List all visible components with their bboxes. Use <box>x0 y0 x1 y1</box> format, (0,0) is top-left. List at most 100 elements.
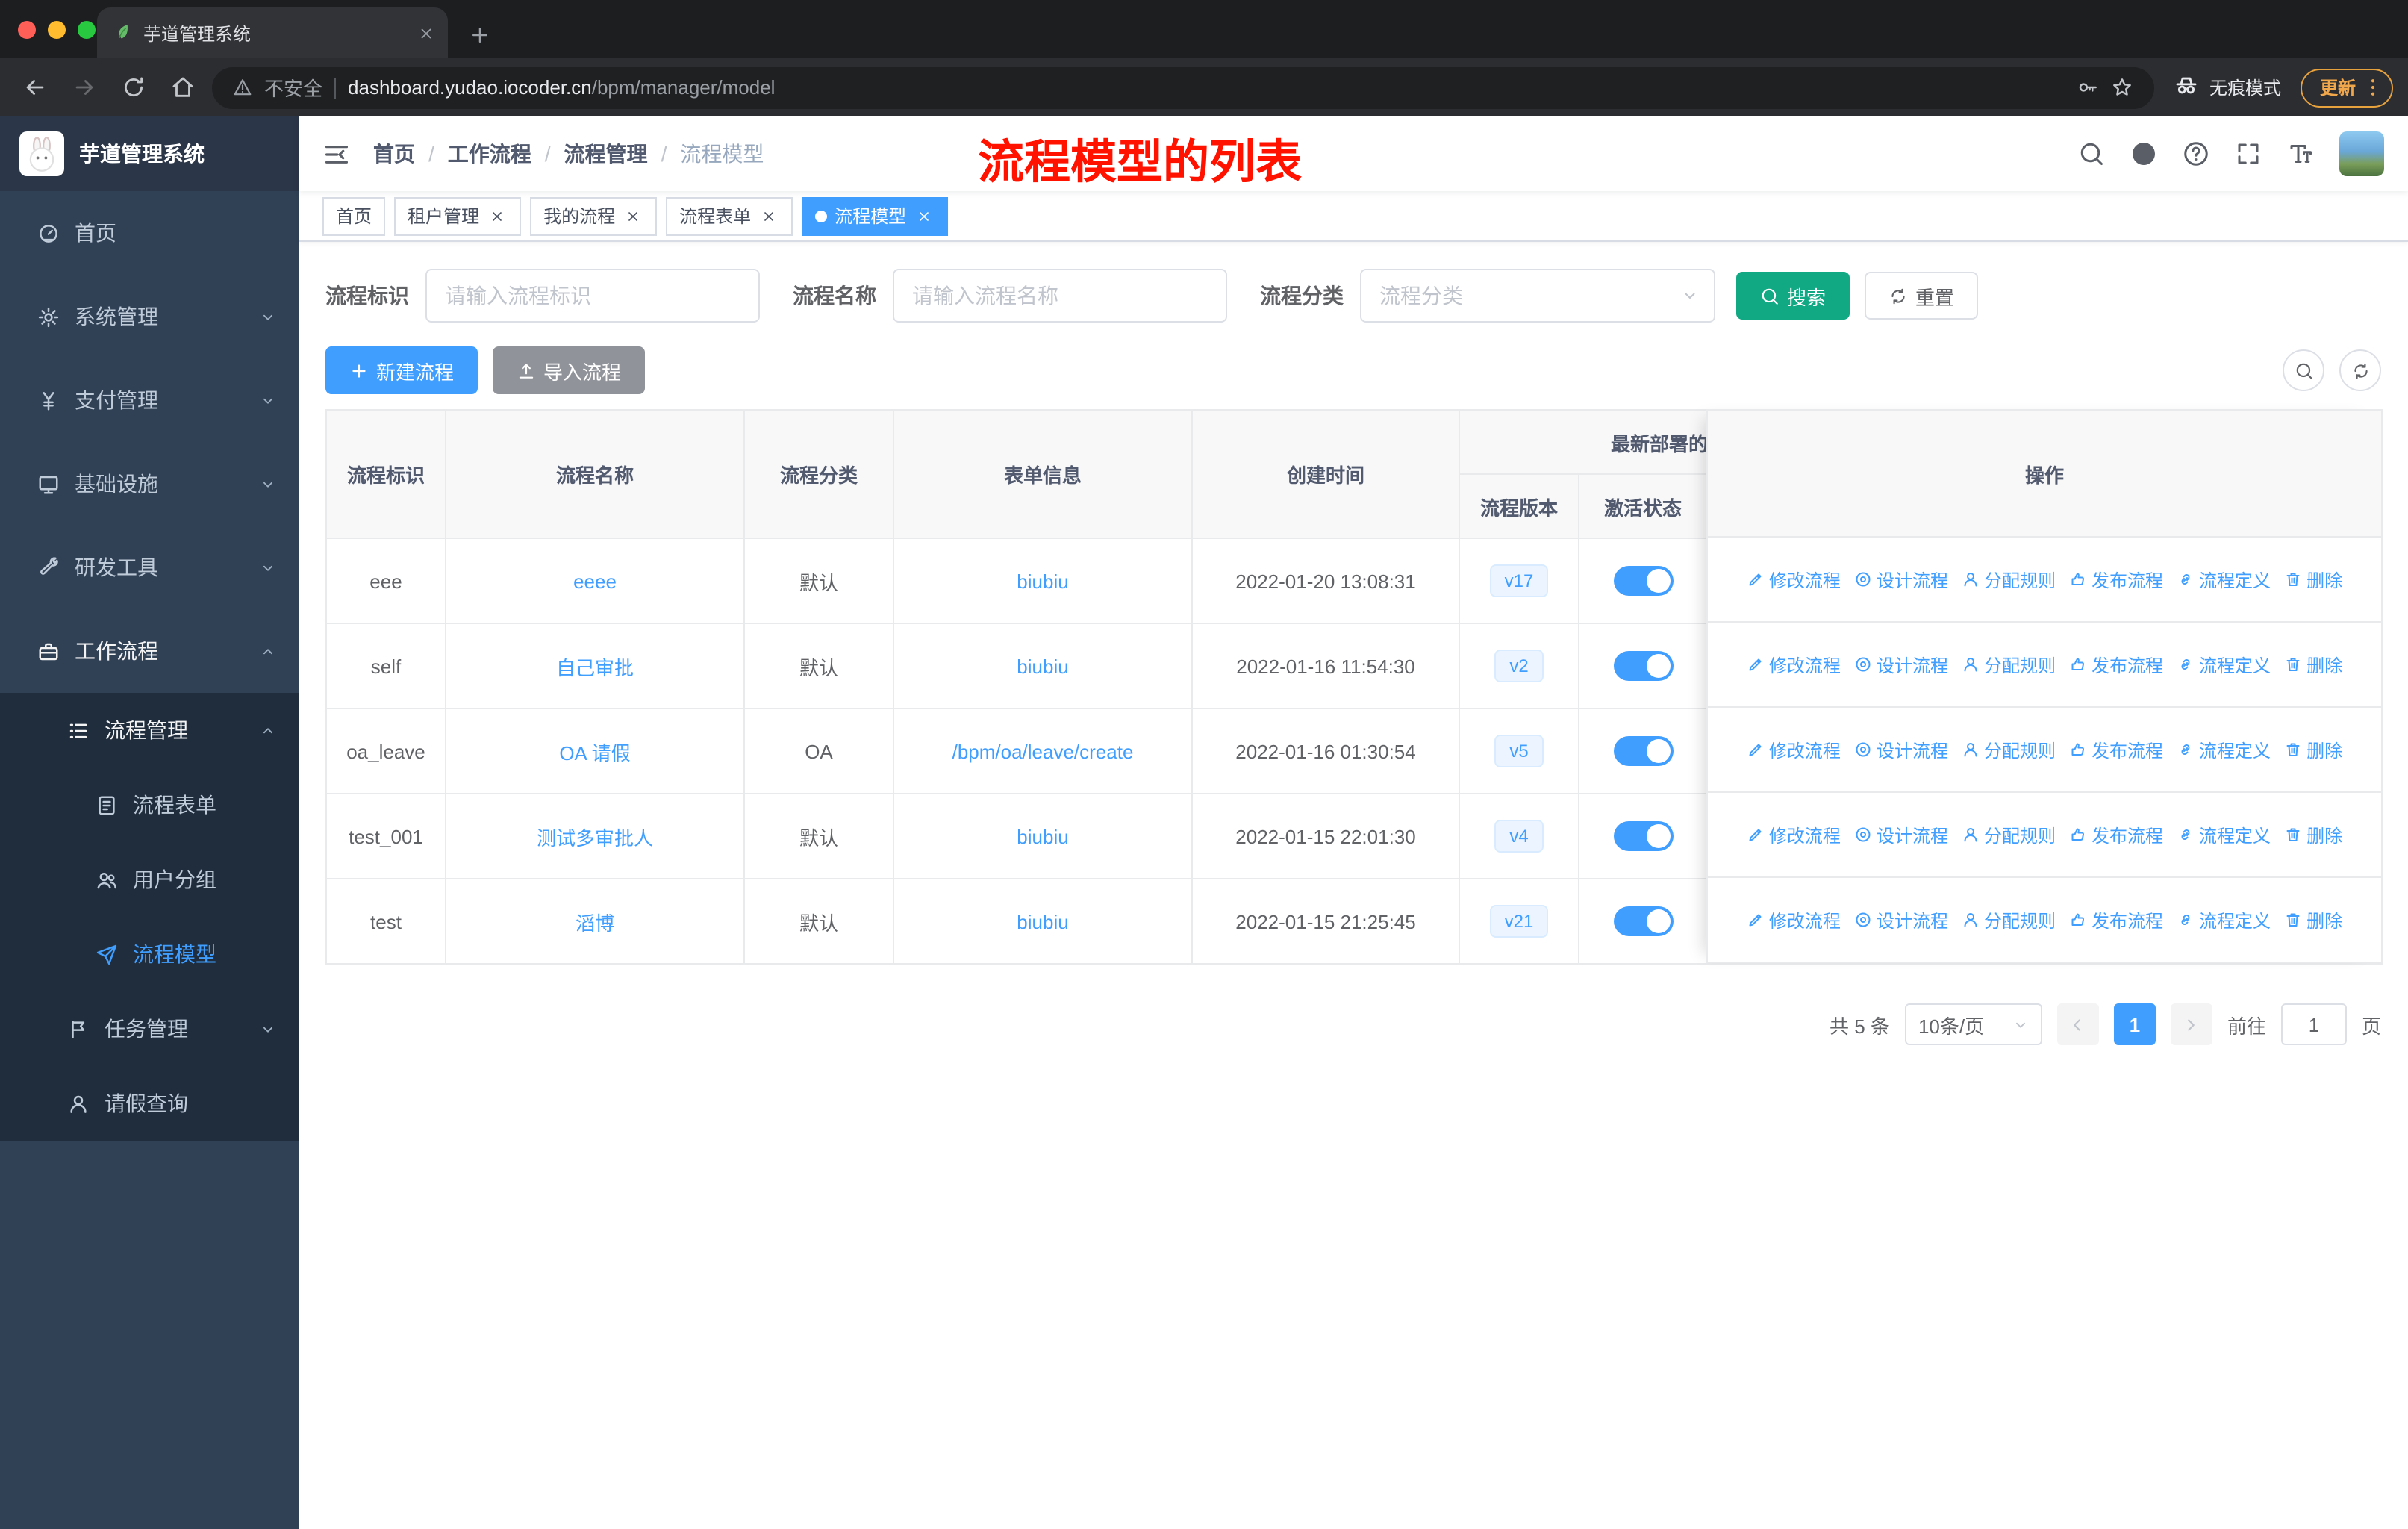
sidebar-item-devtools[interactable]: 研发工具 <box>0 526 299 609</box>
assign-rule-action[interactable]: 分配规则 <box>1962 652 2056 677</box>
active-status-toggle[interactable] <box>1613 651 1673 681</box>
version-tag[interactable]: v4 <box>1494 819 1544 853</box>
import-process-button[interactable]: 导入流程 <box>493 346 646 394</box>
close-window-button[interactable] <box>18 21 36 39</box>
create-process-button[interactable]: 新建流程 <box>325 346 478 394</box>
assign-rule-action[interactable]: 分配规则 <box>1962 737 2056 762</box>
modify-action[interactable]: 修改流程 <box>1747 907 1841 932</box>
active-status-toggle[interactable] <box>1613 906 1673 936</box>
delete-action[interactable]: 删除 <box>2284 652 2342 677</box>
modify-action[interactable]: 修改流程 <box>1747 737 1841 762</box>
definition-action[interactable]: 流程定义 <box>2177 822 2271 847</box>
textsize-button[interactable] <box>2287 140 2314 167</box>
design-action[interactable]: 设计流程 <box>1854 907 1948 932</box>
refresh-table-button[interactable] <box>2339 349 2381 391</box>
search-button[interactable]: 搜索 <box>1736 272 1850 320</box>
category-select[interactable]: 流程分类 <box>1360 269 1715 323</box>
browser-menu-icon[interactable] <box>2362 76 2384 99</box>
close-icon[interactable] <box>758 205 779 226</box>
version-tag[interactable]: v21 <box>1489 904 1549 938</box>
definition-action[interactable]: 流程定义 <box>2177 907 2271 932</box>
next-page-button[interactable] <box>2170 1003 2212 1045</box>
definition-action[interactable]: 流程定义 <box>2177 737 2271 762</box>
close-icon[interactable] <box>487 205 508 226</box>
tag-my-process[interactable]: 我的流程 <box>530 196 658 235</box>
breadcrumb-item[interactable]: 工作流程 <box>448 139 531 169</box>
tag-tenant-mgmt[interactable]: 租户管理 <box>394 196 522 235</box>
delete-action[interactable]: 删除 <box>2284 567 2342 592</box>
definition-action[interactable]: 流程定义 <box>2177 652 2271 677</box>
design-action[interactable]: 设计流程 <box>1854 737 1948 762</box>
design-action[interactable]: 设计流程 <box>1854 652 1948 677</box>
prev-page-button[interactable] <box>2056 1003 2099 1045</box>
delete-action[interactable]: 删除 <box>2284 822 2342 847</box>
sidebar-item-workflow[interactable]: 工作流程 <box>0 609 299 693</box>
form-info-link[interactable]: /bpm/oa/leave/create <box>952 740 1134 762</box>
close-icon[interactable] <box>623 205 643 226</box>
tag-process-form[interactable]: 流程表单 <box>666 196 793 235</box>
page-number-button[interactable]: 1 <box>2113 1003 2156 1045</box>
sidebar-item-infrastructure[interactable]: 基础设施 <box>0 442 299 526</box>
publish-action[interactable]: 发布流程 <box>2069 737 2163 762</box>
sidebar-item-system[interactable]: 系统管理 <box>0 275 299 358</box>
form-info-link[interactable]: biubiu <box>1017 655 1068 677</box>
assign-rule-action[interactable]: 分配规则 <box>1962 907 2056 932</box>
github-button[interactable] <box>2130 140 2157 167</box>
form-info-link[interactable]: biubiu <box>1017 570 1068 592</box>
modify-action[interactable]: 修改流程 <box>1747 567 1841 592</box>
version-tag[interactable]: v17 <box>1489 564 1549 598</box>
design-action[interactable]: 设计流程 <box>1854 822 1948 847</box>
sidebar-item-process-model[interactable]: 流程模型 <box>0 917 299 991</box>
password-key-icon[interactable] <box>2077 76 2099 99</box>
design-action[interactable]: 设计流程 <box>1854 567 1948 592</box>
form-info-link[interactable]: biubiu <box>1017 825 1068 847</box>
publish-action[interactable]: 发布流程 <box>2069 567 2163 592</box>
reload-button[interactable] <box>113 68 152 107</box>
process-name-input[interactable] <box>893 269 1227 323</box>
hamburger-icon[interactable] <box>322 140 351 168</box>
close-icon[interactable] <box>914 205 935 226</box>
modify-action[interactable]: 修改流程 <box>1747 822 1841 847</box>
process-name-link[interactable]: 滔博 <box>576 912 614 934</box>
version-tag[interactable]: v5 <box>1494 734 1544 768</box>
assign-rule-action[interactable]: 分配规则 <box>1962 822 2056 847</box>
breadcrumb-item[interactable]: 流程管理 <box>564 139 648 169</box>
reset-button[interactable]: 重置 <box>1865 272 1979 320</box>
fullscreen-button[interactable] <box>2235 140 2262 167</box>
zoom-window-button[interactable] <box>78 21 96 39</box>
process-name-link[interactable]: 自己审批 <box>556 656 634 679</box>
active-status-toggle[interactable] <box>1613 566 1673 596</box>
process-name-link[interactable]: eeee <box>573 570 617 592</box>
tag-home[interactable]: 首页 <box>322 196 386 235</box>
process-name-link[interactable]: OA 请假 <box>559 741 630 764</box>
definition-action[interactable]: 流程定义 <box>2177 567 2271 592</box>
active-status-toggle[interactable] <box>1613 736 1673 766</box>
toggle-search-button[interactable] <box>2283 349 2324 391</box>
url-bar[interactable]: 不安全 dashboard.yudao.iocoder.cn/bpm/manag… <box>212 66 2154 108</box>
goto-page-input[interactable] <box>2280 1003 2347 1045</box>
tab-close-icon[interactable] <box>418 25 434 41</box>
assign-rule-action[interactable]: 分配规则 <box>1962 567 2056 592</box>
sidebar-item-home[interactable]: 首页 <box>0 191 299 275</box>
home-button[interactable] <box>163 68 202 107</box>
publish-action[interactable]: 发布流程 <box>2069 907 2163 932</box>
publish-action[interactable]: 发布流程 <box>2069 822 2163 847</box>
sidebar-item-user-group[interactable]: 用户分组 <box>0 842 299 917</box>
page-size-select[interactable]: 10条/页 <box>1904 1003 2042 1045</box>
sidebar-item-payment[interactable]: 支付管理 <box>0 358 299 442</box>
process-key-input[interactable] <box>425 269 760 323</box>
version-tag[interactable]: v2 <box>1494 649 1544 683</box>
sidebar-item-leave-query[interactable]: 请假查询 <box>0 1066 299 1141</box>
process-name-link[interactable]: 测试多审批人 <box>537 826 653 849</box>
tag-process-model[interactable]: 流程模型 <box>802 196 949 235</box>
publish-action[interactable]: 发布流程 <box>2069 652 2163 677</box>
modify-action[interactable]: 修改流程 <box>1747 652 1841 677</box>
new-tab-button[interactable] <box>469 24 491 46</box>
forward-button[interactable] <box>64 68 103 107</box>
active-status-toggle[interactable] <box>1613 821 1673 851</box>
sidebar-item-process-form[interactable]: 流程表单 <box>0 767 299 842</box>
sidebar-item-process-mgmt[interactable]: 流程管理 <box>0 693 299 767</box>
update-chrome-button[interactable]: 更新 <box>2300 68 2393 107</box>
breadcrumb-item[interactable]: 首页 <box>373 139 415 169</box>
minimize-window-button[interactable] <box>48 21 66 39</box>
